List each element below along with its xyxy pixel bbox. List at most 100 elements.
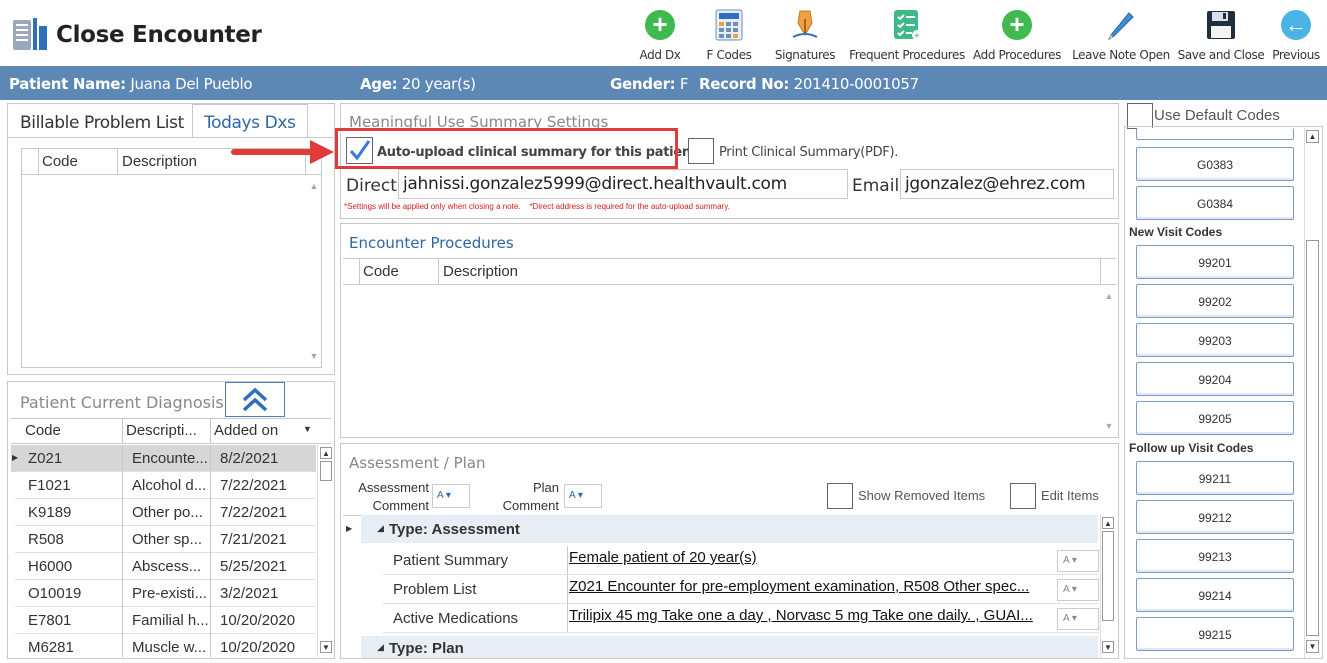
table-row[interactable]: R508 Other sp... 7/21/2021 <box>15 526 325 553</box>
table-row[interactable]: Z021 Encounte... 8/2/2021 <box>15 445 325 472</box>
assessment-row[interactable]: Patient Summary Female patient of 20 year… <box>343 546 1101 575</box>
assessment-group-header[interactable]: ◢ Type: Assessment <box>361 515 1098 543</box>
code-button[interactable]: G0384 <box>1136 186 1294 220</box>
cell-code: Z021 <box>28 450 63 467</box>
scroll-up-icon[interactable]: ▲ <box>1102 289 1116 303</box>
table-row[interactable]: H6000 Abscess... 5/25/2021 <box>15 553 325 580</box>
f-codes-button[interactable]: F Codes <box>703 8 755 64</box>
row-format-dropdown[interactable]: A ▾ <box>1057 608 1099 630</box>
diagnosis-scrollbar[interactable]: ▲ ▼ <box>317 445 333 657</box>
scroll-up-icon[interactable]: ▲ <box>307 179 321 193</box>
previous-button[interactable]: ← Previous <box>1270 8 1322 64</box>
encounter-procedures-panel: Encounter Procedures Code Description ▲ … <box>340 223 1119 438</box>
assessment-row[interactable]: Active Medications Trilipix 45 mg Take on… <box>343 604 1101 633</box>
collapse-triangle-icon[interactable]: ◢ <box>377 523 384 534</box>
assessment-scrollbar[interactable]: ▲ ▼ <box>1100 515 1116 658</box>
procedures-grid: Code Description ▲ ▼ <box>343 258 1116 436</box>
assessment-plan-title: Assessment / Plan <box>349 454 486 472</box>
collapse-button[interactable] <box>225 382 285 417</box>
col-description: Description <box>443 263 519 280</box>
add-dx-button[interactable]: + Add Dx <box>635 8 685 64</box>
add-circle-icon: + <box>1002 10 1032 40</box>
table-row[interactable]: E7801 Familial h... 10/20/2020 <box>15 607 325 634</box>
direct-address-input[interactable] <box>398 169 848 199</box>
scroll-thumb[interactable] <box>1306 240 1319 636</box>
signatures-button[interactable]: Signatures <box>772 8 838 64</box>
scroll-up-icon[interactable]: ▲ <box>320 447 332 459</box>
cell-code: H6000 <box>28 558 73 575</box>
code-button[interactable]: 99213 <box>1136 539 1294 573</box>
code-button[interactable]: 99203 <box>1136 323 1294 357</box>
row-value[interactable]: Female patient of 20 year(s) <box>569 549 1055 566</box>
current-diagnosis-title: Patient Current Diagnosis <box>20 393 224 412</box>
plan-group-header[interactable]: ◢ Type: Plan <box>361 636 1098 658</box>
pointer-arrow-icon <box>231 140 334 164</box>
code-button-partial[interactable] <box>1136 128 1294 140</box>
code-button[interactable]: 99215 <box>1136 617 1294 651</box>
scroll-thumb[interactable] <box>1102 531 1114 621</box>
assessment-row[interactable]: Problem List Z021 Encounter for pre-emplo… <box>343 575 1101 604</box>
leave-note-open-button[interactable]: Leave Note Open <box>1072 8 1170 64</box>
email-input[interactable] <box>900 169 1114 199</box>
diagnosis-grid-header: Code Descripti... Added on ▼ <box>11 418 331 444</box>
scroll-up-icon[interactable]: ▲ <box>1306 130 1319 143</box>
double-chevron-up-icon <box>242 387 268 412</box>
calculator-icon <box>712 8 746 42</box>
save-and-close-button[interactable]: Save and Close <box>1177 8 1265 64</box>
plan-comment-label: Plan Comment <box>502 480 559 513</box>
table-row[interactable]: O10019 Pre-existi... 3/2/2021 <box>15 580 325 607</box>
frequent-procedures-label: Frequent Procedures <box>849 48 965 62</box>
patient-info-bar: Patient Name: Juana Del Pueblo Age: 20 y… <box>0 66 1327 100</box>
collapse-triangle-icon[interactable]: ◢ <box>377 642 384 653</box>
row-value[interactable]: Z021 Encounter for pre-employment examin… <box>569 578 1055 595</box>
code-button[interactable]: 99202 <box>1136 284 1294 318</box>
col-added-on: Added on <box>214 422 279 439</box>
app-logo-icon <box>11 16 51 56</box>
cell-code: M6281 <box>28 639 74 656</box>
scroll-down-icon[interactable]: ▼ <box>1102 419 1116 433</box>
code-button[interactable]: 99201 <box>1136 245 1294 279</box>
scroll-thumb[interactable] <box>320 461 332 481</box>
row-format-dropdown[interactable]: A ▾ <box>1057 579 1099 601</box>
use-default-codes-label: Use Default Codes <box>1154 107 1280 124</box>
record-number: Record No: 201410-0001057 <box>699 75 919 93</box>
tab-billable-problem-list[interactable]: Billable Problem List <box>20 113 184 133</box>
tab-todays-dxs[interactable]: Todays Dxs <box>192 104 308 138</box>
codes-scrollbar[interactable]: ▲ ▼ <box>1304 128 1320 658</box>
add-dx-label: Add Dx <box>639 48 681 62</box>
cell-desc: Muscle w... <box>132 639 207 656</box>
scroll-down-icon[interactable]: ▼ <box>1102 641 1114 653</box>
code-button[interactable]: 99205 <box>1136 401 1294 435</box>
cell-desc: Other po... <box>132 504 203 521</box>
scroll-down-icon[interactable]: ▼ <box>1306 640 1319 653</box>
checklist-icon: + <box>890 8 924 42</box>
code-button[interactable]: 99212 <box>1136 500 1294 534</box>
signatures-label: Signatures <box>774 48 836 62</box>
table-row[interactable]: K9189 Other po... 7/22/2021 <box>15 499 325 526</box>
assessment-plan-panel: Assessment / Plan Assessment Comment A​ … <box>340 443 1119 659</box>
show-removed-label: Show Removed Items <box>858 488 986 503</box>
procedures-title: Encounter Procedures <box>349 234 514 252</box>
save-and-close-label: Save and Close <box>1177 48 1265 62</box>
code-button[interactable]: 99211 <box>1136 461 1294 495</box>
sort-dropdown-icon[interactable]: ▼ <box>303 424 312 434</box>
scroll-up-icon[interactable]: ▲ <box>1102 517 1114 529</box>
scroll-down-icon[interactable]: ▼ <box>320 641 332 653</box>
code-button[interactable]: G0383 <box>1136 147 1294 181</box>
add-procedures-button[interactable]: + Add Procedures <box>972 8 1062 64</box>
plan-comment-dropdown[interactable]: A​ ▾ <box>564 484 602 508</box>
cell-desc: Other sp... <box>132 531 203 548</box>
edit-items-checkbox[interactable] <box>1010 483 1036 509</box>
row-format-dropdown[interactable]: A ▾ <box>1057 550 1099 572</box>
table-row[interactable]: F1021 Alcohol d... 7/22/2021 <box>15 472 325 499</box>
show-removed-checkbox[interactable] <box>827 483 853 509</box>
assessment-comment-dropdown[interactable]: A​ ▾ <box>432 484 470 508</box>
scroll-down-icon[interactable]: ▼ <box>307 349 321 363</box>
row-value[interactable]: Trilipix 45 mg Take one a day , Norvasc … <box>569 607 1055 624</box>
row-pointer-icon: ▶ <box>346 524 353 533</box>
code-button[interactable]: 99214 <box>1136 578 1294 612</box>
table-row[interactable]: M6281 Muscle w... 10/20/2020 <box>15 634 325 661</box>
code-button[interactable]: 99204 <box>1136 362 1294 396</box>
print-summary-checkbox[interactable] <box>688 138 714 164</box>
frequent-procedures-button[interactable]: + Frequent Procedures <box>849 8 965 64</box>
